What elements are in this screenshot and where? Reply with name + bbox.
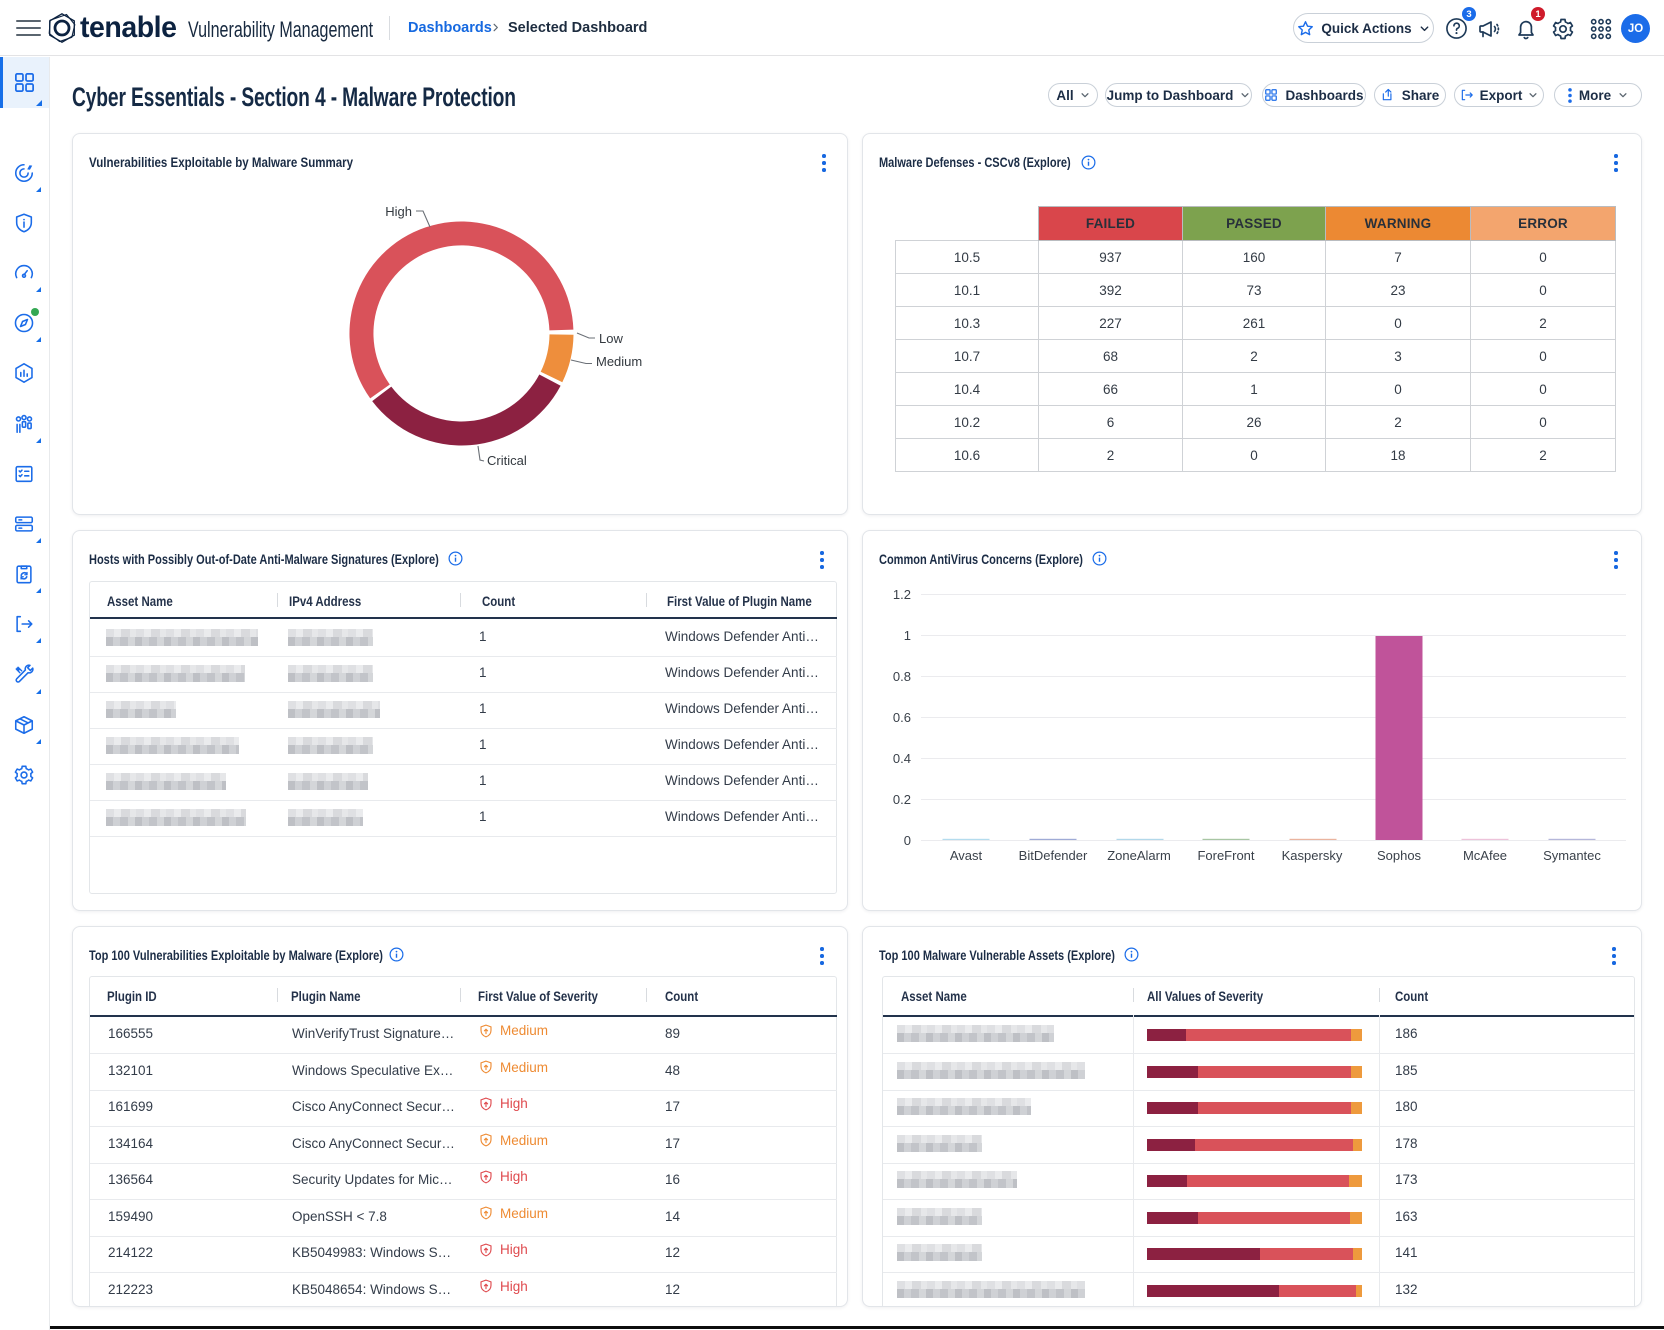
svg-text:Symantec: Symantec [1543,848,1601,863]
svg-text:Kaspersky: Kaspersky [1282,848,1343,863]
svg-text:Sophos: Sophos [1377,848,1422,863]
svg-text:0.6: 0.6 [893,710,911,725]
svg-text:1: 1 [904,628,911,643]
svg-text:Low: Low [599,331,623,346]
svg-text:High: High [385,204,412,219]
svg-text:BitDefender: BitDefender [1019,848,1088,863]
svg-text:McAfee: McAfee [1463,848,1507,863]
svg-text:0.4: 0.4 [893,751,911,766]
svg-text:ForeFront: ForeFront [1197,848,1254,863]
svg-text:0: 0 [904,833,911,848]
svg-text:0.2: 0.2 [893,792,911,807]
svg-text:Avast: Avast [950,848,983,863]
svg-text:Medium: Medium [596,354,642,369]
svg-text:1.2: 1.2 [893,587,911,602]
svg-text:0.8: 0.8 [893,669,911,684]
svg-text:Critical: Critical [487,453,527,468]
svg-text:ZoneAlarm: ZoneAlarm [1107,848,1171,863]
